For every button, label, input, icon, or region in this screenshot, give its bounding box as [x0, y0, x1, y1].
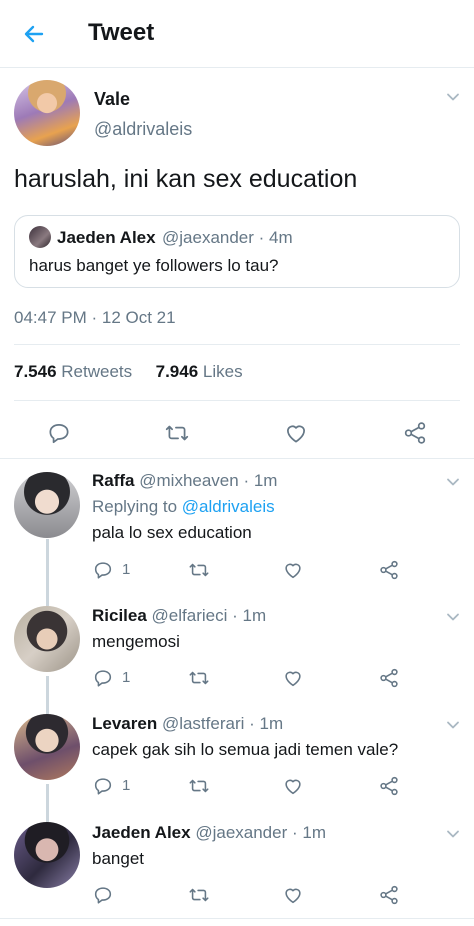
reply-icon[interactable]: [92, 559, 114, 581]
avatar[interactable]: [14, 80, 80, 146]
reply-text: banget: [92, 849, 144, 868]
tweet-stats: 7.546 Retweets 7.946 Likes: [14, 362, 243, 382]
quoted-author-meta: @jaexander · 4m: [162, 228, 293, 247]
like-heart-icon[interactable]: [282, 559, 304, 581]
avatar[interactable]: [14, 472, 80, 538]
reply-text: mengemosi: [92, 632, 180, 651]
like-stat[interactable]: 7.946 Likes: [156, 362, 243, 381]
retweet-icon[interactable]: [188, 559, 210, 581]
thread-line: [46, 596, 49, 606]
reply-actions: 1: [92, 775, 412, 799]
reply-count: 1: [122, 561, 131, 578]
divider: [14, 344, 460, 345]
reply-tweet[interactable]: Jaeden Alex @jaexander · 1m banget: [0, 812, 474, 917]
tweet-text: haruslah, ini kan sex education: [14, 165, 358, 193]
like-heart-icon[interactable]: [282, 884, 304, 906]
chevron-down-icon[interactable]: [446, 718, 460, 732]
chevron-down-icon[interactable]: [446, 827, 460, 841]
avatar[interactable]: [14, 606, 80, 672]
page-title: Tweet: [88, 19, 155, 46]
reply-actions: 1: [92, 559, 412, 583]
author-name[interactable]: Vale: [94, 89, 130, 110]
thread-line: [46, 784, 49, 812]
avatar[interactable]: [14, 822, 80, 888]
reply-count: 1: [122, 669, 131, 686]
back-arrow-icon[interactable]: [20, 20, 48, 48]
retweet-icon[interactable]: [188, 775, 210, 797]
reply-tweet[interactable]: Raffa @mixheaven · 1m Replying to @aldri…: [0, 459, 474, 596]
tweet-actions: [0, 408, 474, 458]
thread-line: [46, 704, 49, 714]
quoted-author-name: Jaeden Alex: [57, 228, 156, 247]
top-bar: Tweet: [0, 0, 474, 68]
reply-actions: 1: [92, 667, 412, 691]
avatar[interactable]: [14, 714, 80, 780]
avatar: [29, 226, 51, 248]
reply-icon[interactable]: [46, 420, 72, 446]
thread-line: [46, 676, 49, 704]
chevron-down-icon[interactable]: [446, 610, 460, 624]
retweet-stat[interactable]: 7.546 Retweets: [14, 362, 132, 381]
reply-header: Raffa @mixheaven · 1m: [92, 471, 278, 490]
reply-text: pala lo sex education: [92, 523, 252, 542]
reply-tweet[interactable]: Ricilea @elfarieci · 1m mengemosi 1: [0, 596, 474, 704]
share-icon[interactable]: [378, 884, 400, 906]
quoted-tweet[interactable]: Jaeden Alex @jaexander · 4m harus banget…: [14, 215, 460, 288]
like-heart-icon[interactable]: [283, 420, 309, 446]
reply-header: Ricilea @elfarieci · 1m: [92, 606, 267, 625]
replying-to: Replying to @aldrivaleis: [92, 497, 275, 516]
retweet-icon[interactable]: [188, 884, 210, 906]
reply-count: 1: [122, 777, 131, 794]
reply-header: Jaeden Alex @jaexander · 1m: [92, 823, 326, 842]
retweet-icon[interactable]: [188, 667, 210, 689]
reply-tweet[interactable]: Levaren @lastferari · 1m capek gak sih l…: [0, 704, 474, 812]
divider: [14, 400, 460, 401]
mention-link[interactable]: @aldrivaleis: [182, 497, 275, 516]
reply-icon[interactable]: [92, 667, 114, 689]
chevron-down-icon[interactable]: [446, 90, 460, 104]
thread-line: [46, 812, 49, 822]
divider: [0, 918, 474, 919]
like-heart-icon[interactable]: [282, 667, 304, 689]
reply-header: Levaren @lastferari · 1m: [92, 714, 284, 733]
chevron-down-icon[interactable]: [446, 475, 460, 489]
thread-line: [46, 539, 49, 596]
retweet-icon[interactable]: [164, 420, 190, 446]
share-icon[interactable]: [402, 420, 428, 446]
reply-actions: [92, 884, 412, 908]
reply-icon[interactable]: [92, 775, 114, 797]
author-handle[interactable]: @aldrivaleis: [94, 119, 192, 140]
reply-icon[interactable]: [92, 884, 114, 906]
share-icon[interactable]: [378, 667, 400, 689]
share-icon[interactable]: [378, 559, 400, 581]
like-heart-icon[interactable]: [282, 775, 304, 797]
reply-text: capek gak sih lo semua jadi temen vale?: [92, 740, 399, 759]
tweet-timestamp: 04:47 PM · 12 Oct 21: [14, 308, 176, 327]
quoted-tweet-text: harus banget ye followers lo tau?: [29, 256, 279, 275]
share-icon[interactable]: [378, 775, 400, 797]
